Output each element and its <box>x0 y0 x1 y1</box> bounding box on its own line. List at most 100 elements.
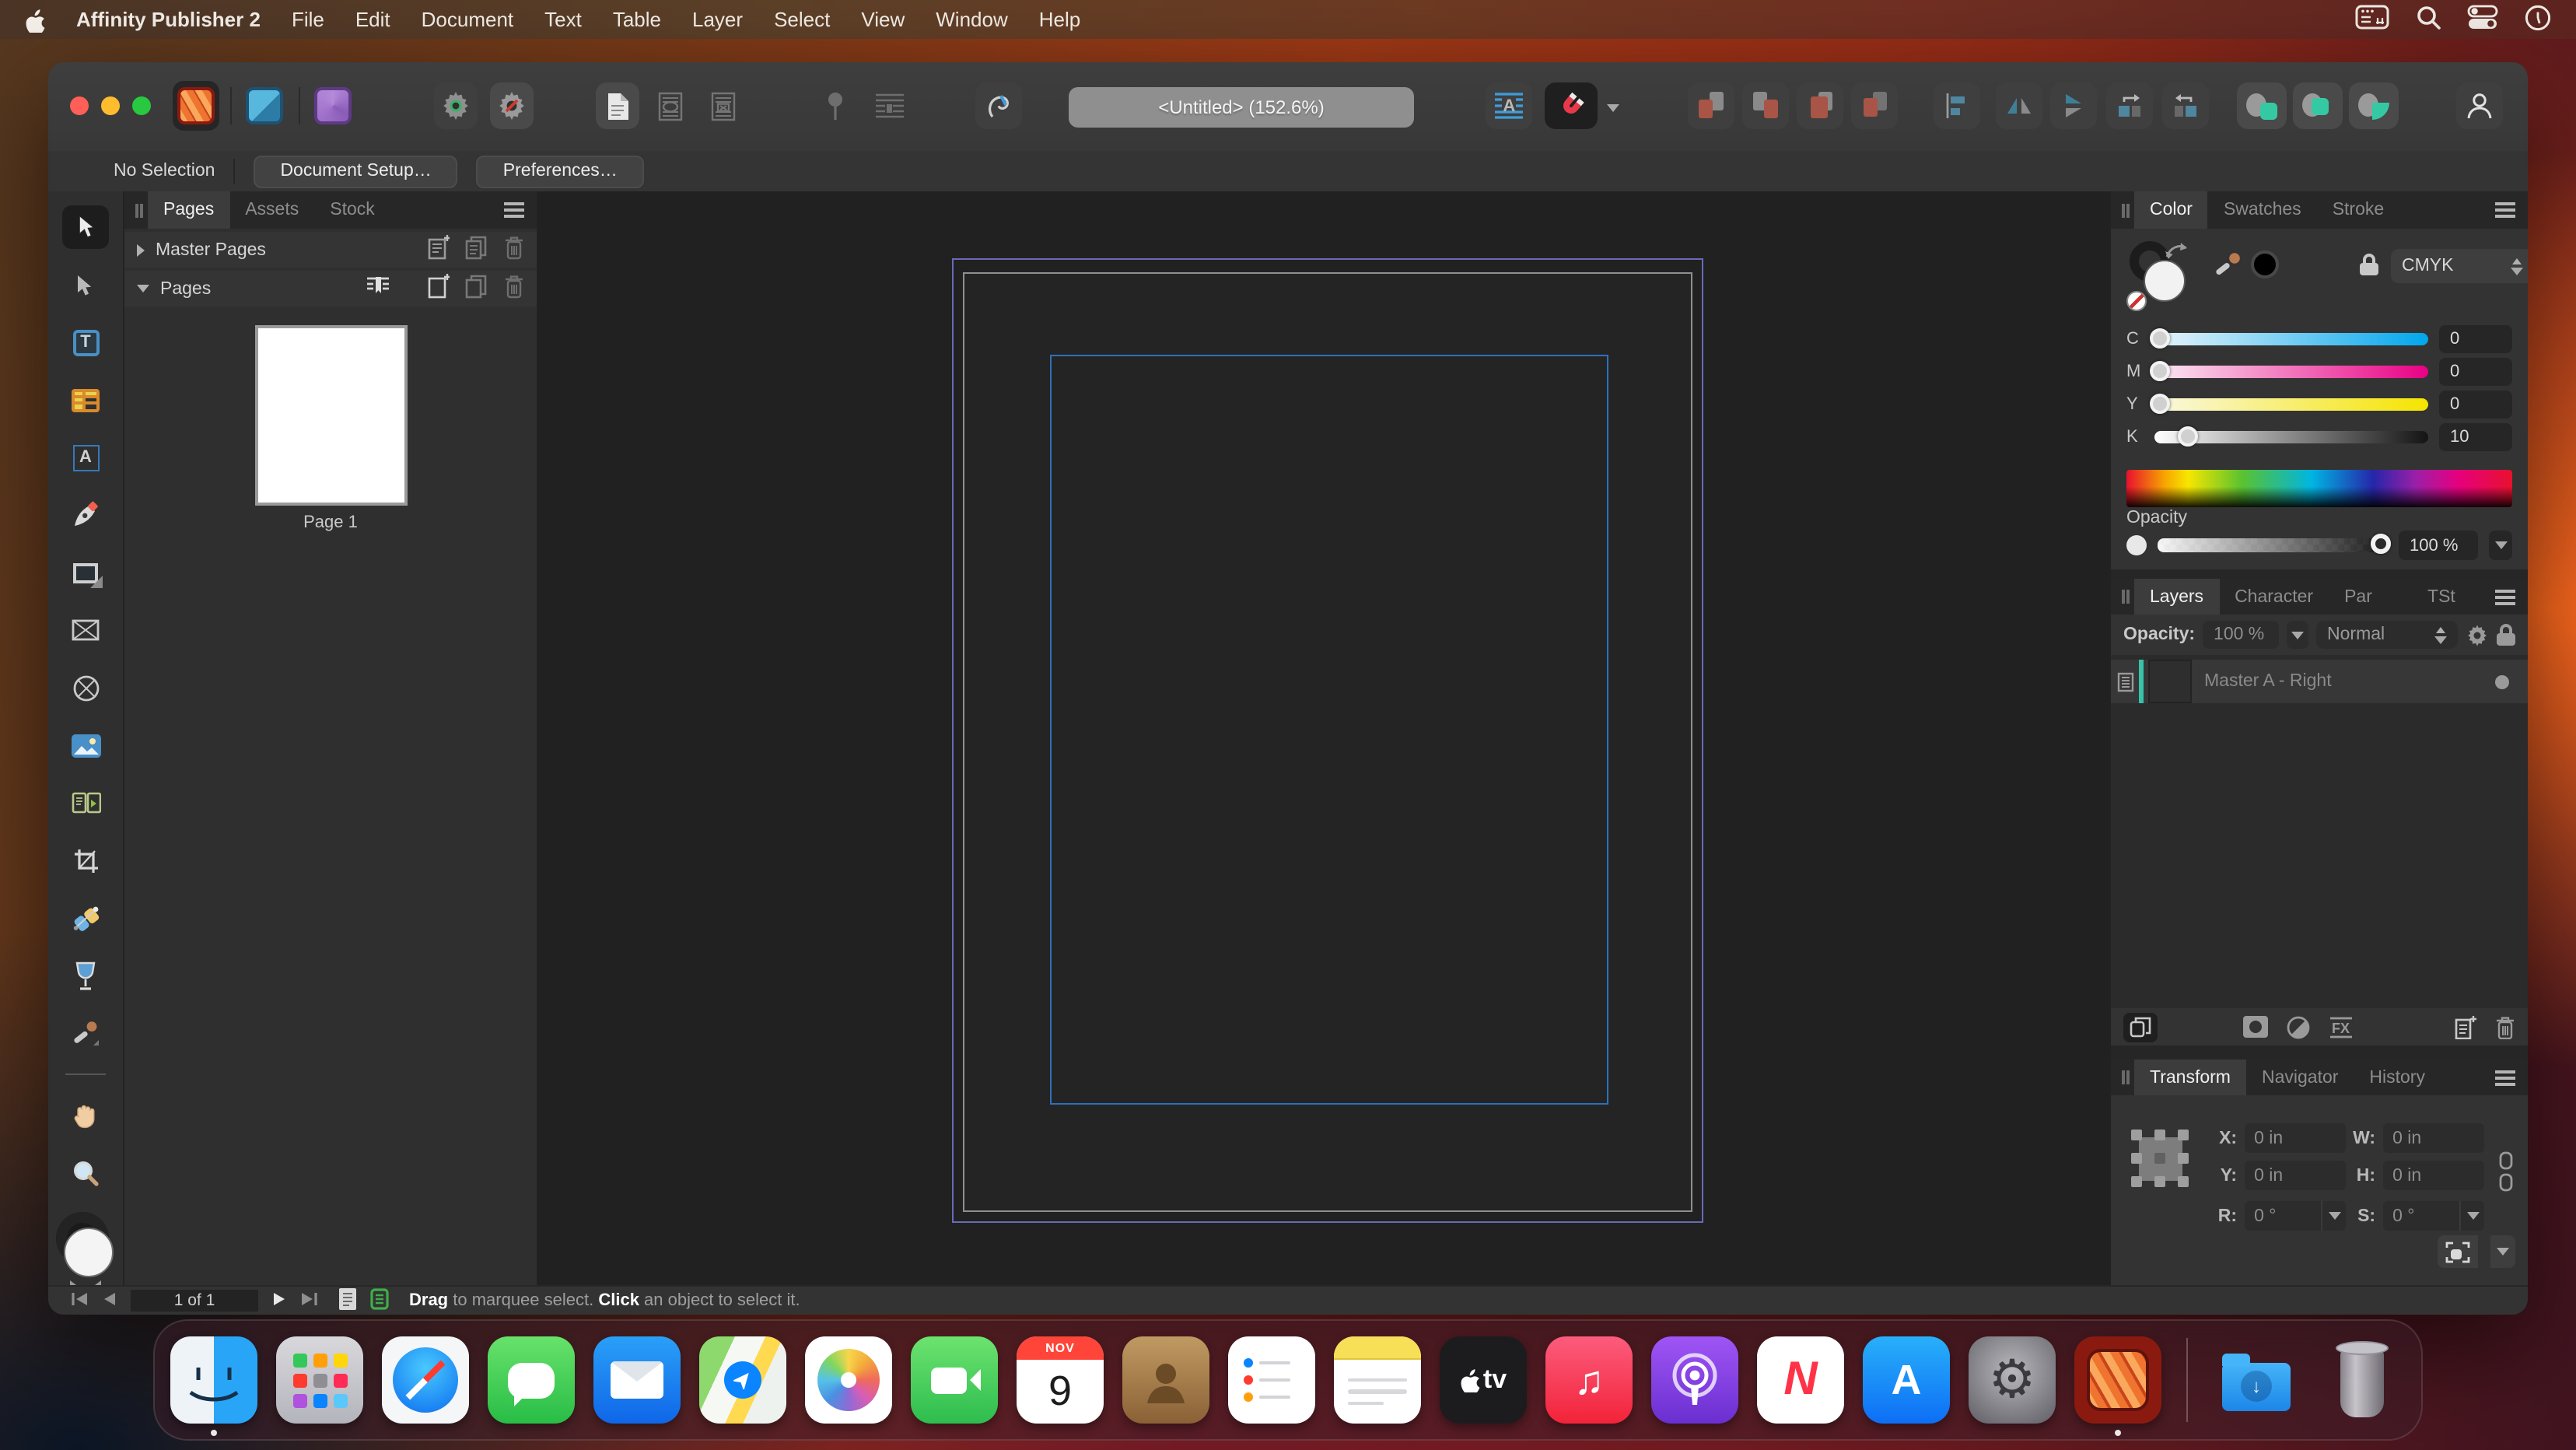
node-tool[interactable] <box>62 263 109 306</box>
layer-thumbnail[interactable] <box>2148 660 2192 703</box>
dock-notes[interactable] <box>1334 1336 1421 1424</box>
transform-field-y[interactable]: 0 in <box>2245 1161 2346 1190</box>
color-picker-icon[interactable] <box>2214 250 2245 282</box>
slider-value-k[interactable]: 10 <box>2439 422 2512 450</box>
move-to-front-button[interactable] <box>1688 82 1734 129</box>
dock-messages[interactable] <box>488 1336 575 1424</box>
menu-app-name[interactable]: Affinity Publisher 2 <box>61 8 276 31</box>
transparency-tool[interactable] <box>62 954 109 997</box>
text-wrap-button[interactable] <box>868 82 912 129</box>
previous-page-button[interactable] <box>103 1291 117 1311</box>
swap-fill-stroke-icon[interactable] <box>2164 241 2189 261</box>
document-setup-button[interactable]: Document Setup… <box>254 155 457 187</box>
slider-track-c[interactable] <box>2154 332 2428 345</box>
minimize-window-button[interactable] <box>101 96 120 115</box>
clock-icon[interactable] <box>2525 4 2551 35</box>
tab-stroke[interactable]: Stroke <box>2317 191 2400 229</box>
tab-character[interactable]: Character <box>2219 579 2329 615</box>
dock-finder[interactable] <box>170 1336 257 1424</box>
dock-contacts[interactable] <box>1122 1336 1209 1424</box>
panel-drag-handle[interactable] <box>134 191 145 229</box>
menu-select[interactable]: Select <box>758 8 845 31</box>
tab-par[interactable]: Par <box>2329 579 2412 615</box>
preferences-gear-button[interactable] <box>490 82 534 129</box>
panel-drag-handle[interactable] <box>2120 191 2131 229</box>
auto-correct-button[interactable] <box>434 82 478 129</box>
selection-box-cycle-button[interactable] <box>2438 1235 2478 1268</box>
color-panel-menu-icon[interactable] <box>2495 202 2515 218</box>
opacity-dropdown-chevron[interactable] <box>2489 531 2512 560</box>
panel-drag-handle[interactable] <box>2120 1059 2131 1095</box>
artistic-text-tool[interactable]: A <box>62 436 109 479</box>
data-merge-tool[interactable] <box>62 781 109 825</box>
move-forward-button[interactable] <box>1742 82 1789 129</box>
menu-table[interactable]: Table <box>597 8 677 31</box>
frame-text-tool[interactable]: T <box>62 320 109 364</box>
dock-music[interactable]: ♫ <box>1545 1336 1633 1424</box>
preflight-ok-icon[interactable] <box>370 1287 389 1314</box>
link-dimensions-icon[interactable] <box>2497 1151 2515 1196</box>
fill-tool[interactable] <box>62 896 109 940</box>
slider-knob[interactable] <box>2150 327 2170 348</box>
dock-reminders[interactable] <box>1228 1336 1315 1424</box>
keyboard-switcher-icon[interactable] <box>2355 5 2389 34</box>
rectangle-tool[interactable] <box>62 551 109 594</box>
tab-tst[interactable]: TSt <box>2412 579 2495 615</box>
slider-knob[interactable] <box>2177 426 2197 446</box>
rotate-counterclockwise-button[interactable] <box>2106 82 2153 129</box>
layers-opacity-value[interactable]: 100 % <box>2203 621 2279 649</box>
menu-text[interactable]: Text <box>529 8 597 31</box>
tab-layers[interactable]: Layers <box>2134 579 2219 615</box>
menu-help[interactable]: Help <box>1024 8 1097 31</box>
transform-panel-menu-icon[interactable] <box>2495 1070 2515 1085</box>
move-tool[interactable] <box>62 205 109 249</box>
mask-layer-icon[interactable] <box>2243 1016 2268 1038</box>
tab-assets[interactable]: Assets <box>229 191 314 229</box>
layer-visibility-toggle[interactable] <box>2495 674 2509 688</box>
group-layers-button[interactable] <box>2123 1012 2158 1042</box>
slider-track-m[interactable] <box>2154 365 2428 377</box>
opacity-slider-knob[interactable] <box>2371 534 2391 554</box>
slider-value-y[interactable]: 0 <box>2439 390 2512 418</box>
dock-safari[interactable] <box>382 1336 469 1424</box>
tab-transform[interactable]: Transform <box>2134 1059 2246 1095</box>
layer-row[interactable]: Master A - Right <box>2111 660 2528 703</box>
layer-effects-fx-icon[interactable]: FX <box>2329 1015 2354 1038</box>
picked-color-swatch[interactable] <box>2251 250 2279 278</box>
dock-app-store[interactable]: A <box>1863 1336 1950 1424</box>
dock-photos[interactable] <box>805 1336 892 1424</box>
collapse-chevron-icon[interactable] <box>137 243 145 256</box>
slider-value-m[interactable]: 0 <box>2439 357 2512 385</box>
view-tool[interactable] <box>62 1094 109 1137</box>
slider-value-c[interactable]: 0 <box>2439 324 2512 352</box>
flip-horizontal-button[interactable] <box>1996 82 2042 129</box>
pages-panel-menu-icon[interactable] <box>504 202 524 218</box>
slider-track-k[interactable] <box>2154 430 2428 443</box>
delete-page-icon[interactable] <box>504 274 524 303</box>
menu-window[interactable]: Window <box>920 8 1024 31</box>
view-single-page-button[interactable] <box>596 82 639 129</box>
duplicate-page-icon[interactable] <box>465 274 488 303</box>
rotate-clockwise-button[interactable] <box>2162 82 2209 129</box>
pages-section-header[interactable]: Pages <box>124 271 537 306</box>
add-layer-icon[interactable] <box>2455 1015 2476 1038</box>
snapping-options-chevron[interactable] <box>1602 90 1622 124</box>
vector-crop-tool[interactable] <box>62 839 109 882</box>
layer-lock-icon[interactable] <box>2497 624 2515 646</box>
control-center-icon[interactable] <box>2467 5 2498 34</box>
close-window-button[interactable] <box>70 96 89 115</box>
transform-field-w[interactable]: 0 in <box>2383 1123 2484 1153</box>
blend-mode-select[interactable]: Normal <box>2316 621 2458 649</box>
transform-field-h[interactable]: 0 in <box>2383 1161 2484 1190</box>
preflight-document-icon[interactable] <box>339 1287 356 1314</box>
ellipse-picture-frame-tool[interactable] <box>62 666 109 709</box>
lock-icon[interactable] <box>2360 254 2378 275</box>
publisher-persona-button[interactable] <box>173 81 219 131</box>
dock-podcasts[interactable] <box>1651 1336 1738 1424</box>
page-1-thumbnail[interactable] <box>257 328 404 503</box>
layer-name[interactable]: Master A - Right <box>2204 672 2332 691</box>
spotlight-search-icon[interactable] <box>2416 5 2441 34</box>
menu-layer[interactable]: Layer <box>677 8 758 31</box>
move-backward-button[interactable] <box>1797 82 1843 129</box>
dock-system-settings[interactable]: ⚙ <box>1969 1336 2056 1424</box>
